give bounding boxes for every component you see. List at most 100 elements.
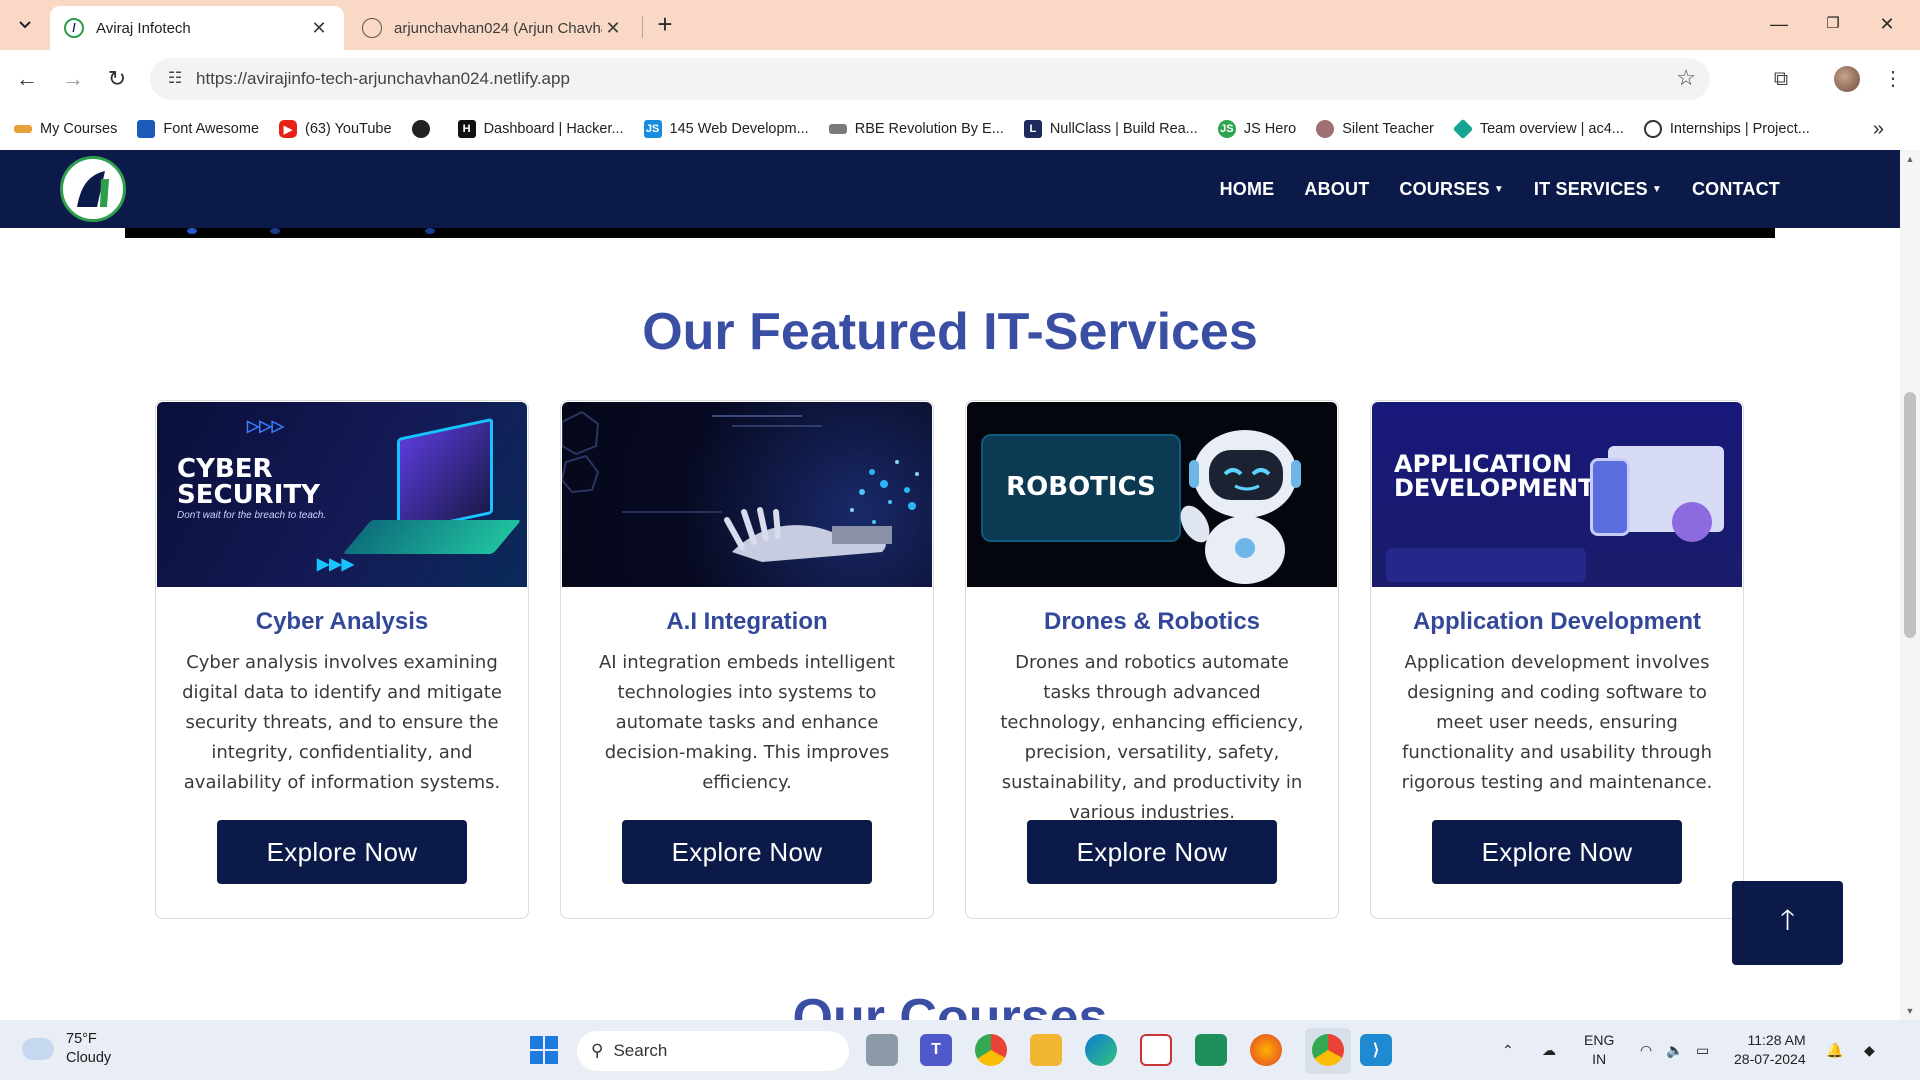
url-text[interactable]: https://avirajinfo-tech-arjunchavhan024.… xyxy=(196,69,570,89)
site-logo[interactable] xyxy=(60,156,126,222)
minimize-icon[interactable]: — xyxy=(1754,8,1804,40)
nav-it-services[interactable]: IT SERVICES ▼ xyxy=(1534,179,1662,200)
address-bar[interactable]: ☷ https://avirajinfo-tech-arjunchavhan02… xyxy=(150,58,1710,100)
bookmark-youtube[interactable]: ▶ (63) YouTube xyxy=(279,120,392,138)
forward-icon[interactable]: → xyxy=(56,62,90,96)
chrome-profile-icon[interactable] xyxy=(1312,1034,1344,1066)
cloud-icon xyxy=(22,1038,54,1060)
close-window-icon[interactable]: ✕ xyxy=(1862,8,1912,40)
bookmark-star-icon[interactable]: ☆ xyxy=(1676,65,1696,91)
caret-down-icon: ▼ xyxy=(1493,183,1504,195)
card-title: A.I Integration xyxy=(666,608,828,635)
scrollbar-thumb[interactable] xyxy=(1904,392,1916,638)
font-awesome-icon xyxy=(137,120,156,138)
windows-logo xyxy=(530,1036,558,1064)
explore-now-button[interactable]: Explore Now xyxy=(217,820,467,884)
vscode-icon[interactable]: ⟩ xyxy=(1360,1034,1392,1066)
bookmark-web-dev[interactable]: JS 145 Web Developm... xyxy=(643,120,809,138)
extensions-icon[interactable]: ⧉ xyxy=(1764,62,1798,96)
service-card-app-dev: APPLICATION DEVELOPMENT Application Deve… xyxy=(1370,400,1744,919)
search-label: Search xyxy=(613,1041,668,1060)
scroll-to-top-button[interactable]: 🡑 xyxy=(1732,881,1843,965)
bookmark-js-hero[interactable]: JS JS Hero xyxy=(1217,120,1296,138)
bookmark-hackerrank[interactable]: H Dashboard | Hacker... xyxy=(457,120,624,138)
jshero-icon: JS xyxy=(1217,120,1236,138)
bookmark-label: (63) YouTube xyxy=(305,121,392,137)
laptop-screen xyxy=(397,417,493,535)
nav-label: ABOUT xyxy=(1304,178,1370,199)
youtube-icon: ▶ xyxy=(279,120,298,138)
restore-icon[interactable]: ❐ xyxy=(1808,8,1858,40)
bookmark-internships[interactable]: Internships | Project... xyxy=(1643,120,1810,138)
card-description: Application development involves designi… xyxy=(1401,652,1713,793)
meet-icon[interactable] xyxy=(1195,1034,1227,1066)
explore-now-button[interactable]: Explore Now xyxy=(1027,820,1277,884)
nav-courses[interactable]: COURSES ▼ xyxy=(1399,179,1504,200)
nav-contact[interactable]: CONTACT xyxy=(1692,179,1780,200)
notifications-bell-icon[interactable]: 🔔 xyxy=(1826,1020,1843,1080)
wifi-icon[interactable]: ◠ xyxy=(1640,1020,1652,1080)
store-icon[interactable] xyxy=(1140,1034,1172,1066)
bookmark-silent-teacher[interactable]: Silent Teacher xyxy=(1316,120,1434,138)
teams-icon[interactable]: T xyxy=(920,1034,952,1066)
bookmark-team-overview[interactable]: Team overview | ac4... xyxy=(1452,118,1624,140)
reload-icon[interactable]: ↻ xyxy=(100,62,134,96)
lang-bottom: IN xyxy=(1592,1051,1607,1067)
bookmark-label: My Courses xyxy=(40,121,118,137)
weather-temp: 75°F xyxy=(66,1031,97,1047)
chrome-icon[interactable] xyxy=(975,1034,1007,1066)
edge-icon[interactable] xyxy=(1085,1034,1117,1066)
language-indicator[interactable]: ENG IN xyxy=(1584,1031,1614,1069)
card-description: Drones and robotics automate tasks throu… xyxy=(1000,652,1304,823)
avatar[interactable] xyxy=(1834,66,1860,92)
battery-icon[interactable]: ▭ xyxy=(1696,1020,1709,1080)
bookmark-rbe[interactable]: RBE Revolution By E... xyxy=(828,121,1004,137)
card-title: Cyber Analysis xyxy=(255,608,429,635)
firefox-icon[interactable] xyxy=(1250,1034,1282,1066)
bookmark-my-courses[interactable]: My Courses xyxy=(14,121,117,137)
copilot-icon[interactable]: ◆ xyxy=(1864,1020,1875,1080)
bookmark-nullclass[interactable]: L NullClass | Build Rea... xyxy=(1023,120,1198,138)
explore-now-button[interactable]: Explore Now xyxy=(622,820,872,884)
file-explorer-icon[interactable] xyxy=(1030,1034,1062,1066)
bookmark-label: RBE Revolution By E... xyxy=(854,121,1004,137)
weather-text: 75°F Cloudy xyxy=(66,1030,111,1068)
lang-top: ENG xyxy=(1584,1032,1615,1048)
service-card-robotics: ROBOTICS Drones & Robotics Drones and ro… xyxy=(965,400,1339,919)
back-icon[interactable]: ← xyxy=(10,62,44,96)
more-menu-icon[interactable]: ⋮ xyxy=(1876,62,1910,96)
taskbar-search[interactable]: ⚲ Search xyxy=(577,1031,849,1071)
tab-aviraj-infotech[interactable]: / Aviraj Infotech ✕ xyxy=(50,6,344,50)
tray-chevron-icon[interactable]: ⌃ xyxy=(1502,1020,1514,1080)
site-info-icon[interactable]: ☷ xyxy=(162,66,188,92)
card-title: Application Development xyxy=(1412,608,1702,635)
scroll-down-icon[interactable]: ▼ xyxy=(1900,1006,1920,1016)
weather-widget[interactable]: 75°F Cloudy xyxy=(22,1030,111,1068)
new-tab-button[interactable]: + xyxy=(650,10,680,40)
robot-illustration xyxy=(1180,430,1301,584)
task-view-icon[interactable] xyxy=(866,1034,898,1066)
nav-about[interactable]: ABOUT xyxy=(1304,179,1369,200)
close-tab-icon[interactable]: ✕ xyxy=(308,18,330,39)
explore-now-button[interactable]: Explore Now xyxy=(1432,820,1682,884)
page-scrollbar[interactable]: ▲ ▼ xyxy=(1900,150,1920,1020)
weather-desc: Cloudy xyxy=(66,1050,112,1066)
bookmark-label: Silent Teacher xyxy=(1342,121,1434,137)
volume-icon[interactable]: 🔈 xyxy=(1666,1020,1683,1080)
scroll-up-icon[interactable]: ▲ xyxy=(1900,154,1920,164)
system-clock[interactable]: 11:28 AM 28-07-2024 xyxy=(1734,1031,1806,1069)
tab-github[interactable]: arjunchavhan024 (Arjun Chavhan) ✕ xyxy=(348,6,638,50)
tab-search-button[interactable] xyxy=(8,10,42,40)
bookmark-globe[interactable] xyxy=(411,120,438,138)
onedrive-icon[interactable]: ☁ xyxy=(1542,1020,1556,1080)
arrows-icon: ▷▷▷ xyxy=(247,418,284,435)
image-heading: ROBOTICS xyxy=(1006,472,1156,502)
more-bookmarks-icon[interactable]: » xyxy=(1873,118,1884,141)
windows-start-icon[interactable] xyxy=(528,1034,560,1066)
nav-home[interactable]: HOME xyxy=(1220,179,1275,200)
bookmark-font-awesome[interactable]: Font Awesome xyxy=(137,120,259,138)
close-tab-icon[interactable]: ✕ xyxy=(602,18,624,39)
internships-icon xyxy=(1643,120,1662,138)
person xyxy=(1672,502,1712,542)
bookmark-label: Font Awesome xyxy=(163,121,260,137)
